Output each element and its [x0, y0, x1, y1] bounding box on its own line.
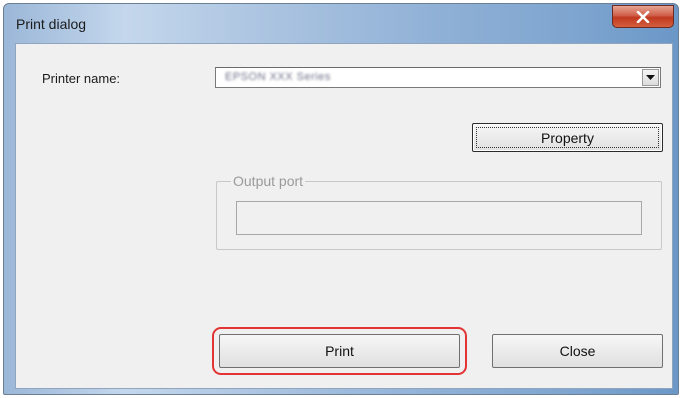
chevron-down-icon	[646, 74, 655, 80]
printer-dropdown-button[interactable]	[642, 69, 659, 86]
property-button[interactable]: Property	[472, 123, 663, 152]
output-port-field	[236, 201, 642, 235]
property-button-label: Property	[541, 129, 594, 146]
dialog-client-area: Printer name: EPSON XXX Series Property …	[15, 43, 673, 389]
output-port-group: Output port	[216, 173, 662, 250]
close-button-label: Close	[559, 343, 596, 359]
print-dialog-window: Print dialog Printer name: EPSON XXX Ser…	[3, 3, 679, 395]
output-port-legend: Output port	[231, 173, 306, 189]
close-x-icon	[636, 10, 650, 23]
printer-name-value: EPSON XXX Series	[225, 71, 331, 83]
print-button-highlight	[212, 327, 467, 375]
window-close-button[interactable]	[612, 5, 674, 28]
printer-name-select[interactable]: EPSON XXX Series	[215, 67, 661, 88]
close-button[interactable]: Close	[492, 334, 663, 368]
window-title: Print dialog	[16, 16, 87, 32]
printer-name-label: Printer name:	[42, 71, 121, 86]
